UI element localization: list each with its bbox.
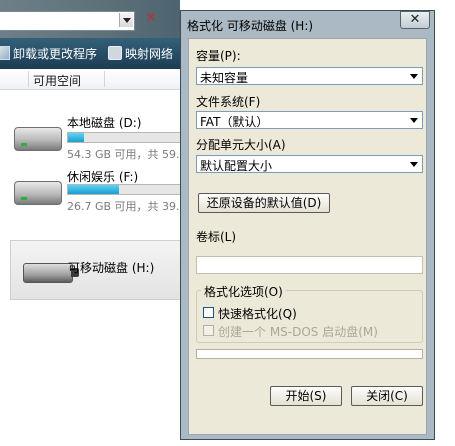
drive-usage-bar [67,132,181,143]
capacity-select[interactable]: 未知容量 [196,67,423,85]
volume-label-input[interactable] [196,256,423,274]
restore-defaults-button[interactable]: 还原设备的默认值(D) [198,193,330,213]
dialog-title: 格式化 可移动磁盘 (H:) [187,19,314,33]
volume-label-label: 卷标(L) [196,230,237,244]
address-clear-icon[interactable]: ✕ [144,10,158,26]
column-separator[interactable] [28,71,29,87]
msdos-boot-label: 创建一个 MS-DOS 启动盘(M) [218,325,378,339]
format-progress-bar [196,349,423,359]
explorer-titlebar: ✕ [0,0,180,38]
chevron-down-icon [410,162,418,167]
msdos-boot-checkbox[interactable] [203,325,214,336]
drive-item-f[interactable]: 休闲娱乐 (F:) 26.7 GB 可用，共 39. [0,166,181,216]
quick-format-checkbox[interactable] [203,307,214,318]
drive-name: 可移动磁盘 (H:) [68,261,155,275]
allocation-select[interactable]: 默认配置大小 [196,155,423,173]
dialog-close-icon[interactable]: ✕ [400,11,430,29]
uninstall-icon [0,46,10,60]
drive-space-info: 54.3 GB 可用，共 59. [67,148,180,161]
address-dropdown-icon[interactable] [119,13,133,27]
drive-item-d[interactable]: 本地磁盘 (D:) 54.3 GB 可用，共 59. [0,112,181,162]
drive-usage-fill [68,185,119,194]
hard-drive-icon [14,181,62,205]
column-header-bar: 可用空间 [0,69,180,90]
hard-drive-icon [14,127,62,151]
chevron-down-icon [410,118,418,123]
filesystem-select[interactable]: FAT（默认） [196,111,423,129]
filesystem-label: 文件系统(F) [196,95,261,109]
removable-drive-icon [23,263,79,283]
network-drive-icon [108,46,122,60]
address-bar[interactable] [0,11,135,31]
uninstall-program-button[interactable]: 卸载或更改程序 [0,46,97,62]
explorer-toolbar: 卸载或更改程序 映射网络 [0,38,180,69]
start-button[interactable]: 开始(S) [270,386,342,406]
drive-item-h[interactable]: 可移动磁盘 (H:) [10,240,181,300]
drive-usage-bar [67,184,181,195]
allocation-label: 分配单元大小(A) [196,138,286,152]
map-network-drive-button[interactable]: 映射网络 [108,46,173,62]
drive-usage-fill [68,133,84,142]
dialog-body: 容量(P): 未知容量 文件系统(F) FAT（默认） 分配单元大小(A) 默认… [188,38,427,435]
close-button[interactable]: 关闭(C) [351,386,423,406]
filesystem-value: FAT（默认） [200,115,269,129]
column-separator[interactable] [104,71,105,87]
quick-format-label[interactable]: 快速格式化(Q) [218,305,297,322]
capacity-label: 容量(P): [196,49,241,63]
drive-name: 本地磁盘 (D:) [67,116,142,130]
drive-name: 休闲娱乐 (F:) [67,170,139,184]
drive-space-info: 26.7 GB 可用，共 39. [67,200,180,213]
format-options-title: 格式化选项(O) [201,283,286,300]
format-dialog: 格式化 可移动磁盘 (H:) ✕ 容量(P): 未知容量 文件系统(F) FAT… [180,10,435,440]
capacity-value: 未知容量 [200,71,249,85]
allocation-value: 默认配置大小 [200,159,273,173]
column-header-free-space[interactable]: 可用空间 [33,72,81,89]
chevron-down-icon [410,74,418,79]
